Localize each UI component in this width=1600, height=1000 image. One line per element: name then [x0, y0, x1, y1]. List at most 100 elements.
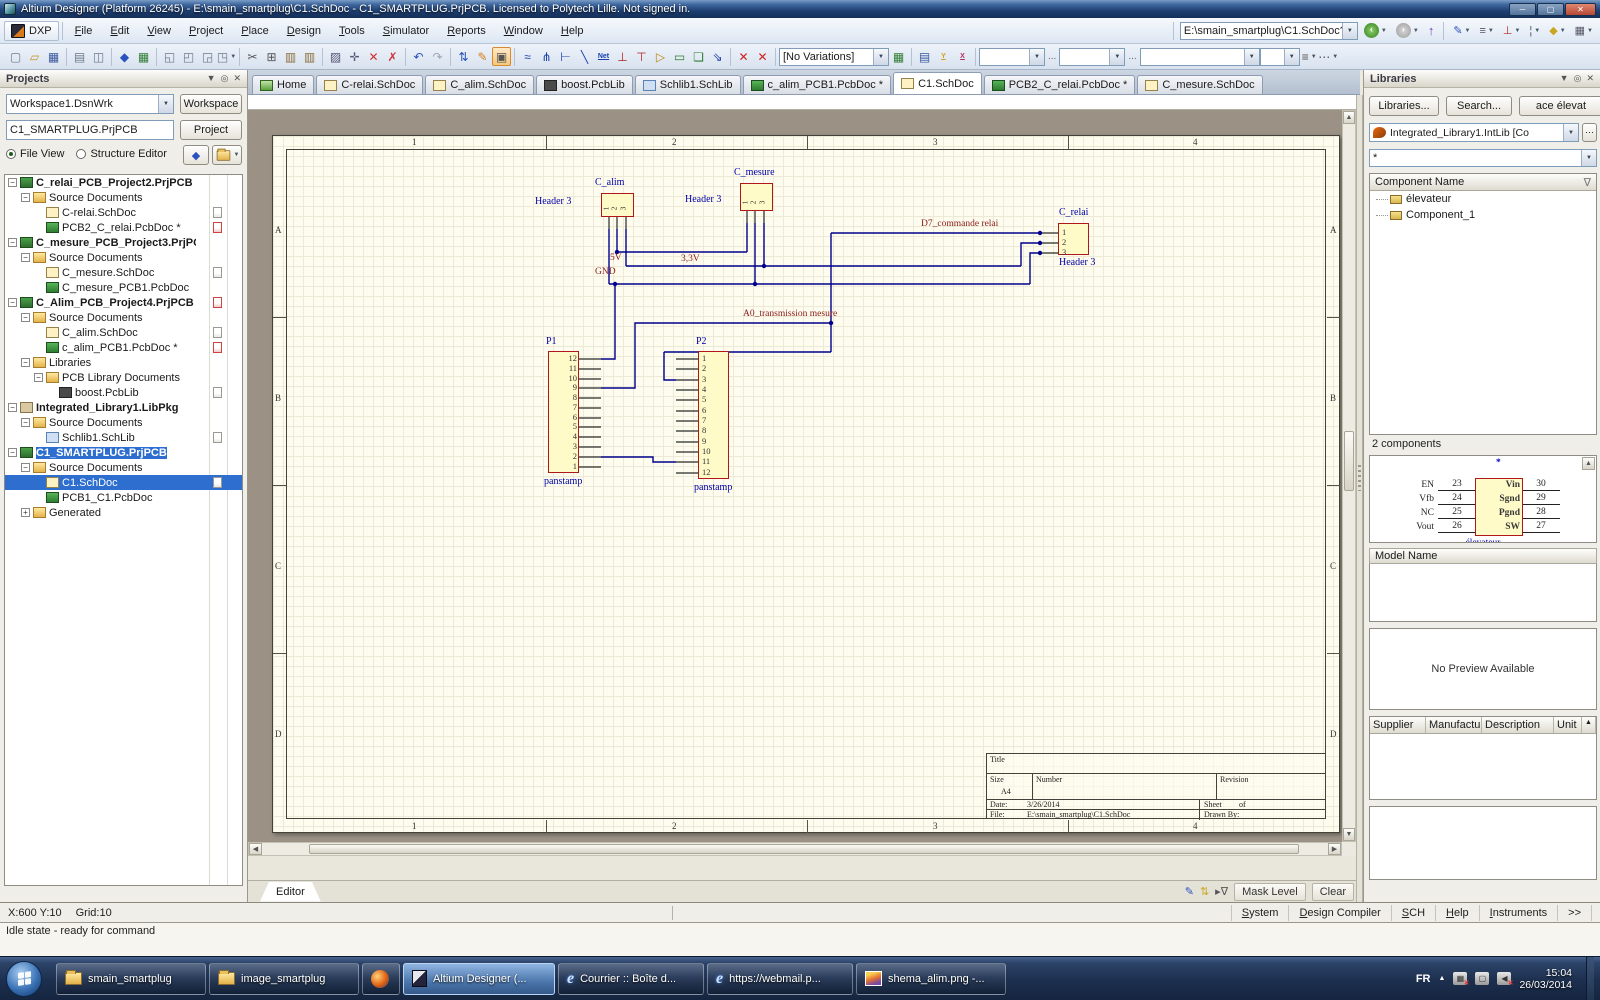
- designator-c-mesure[interactable]: C_mesure: [734, 167, 775, 178]
- panel-menu-icon[interactable]: ▼: [207, 73, 216, 84]
- workspace-dropdown-icon[interactable]: ▼: [158, 95, 173, 113]
- open-project-dropdown-button[interactable]: ▼: [212, 145, 242, 165]
- place-ground-button[interactable]: ⊥: [613, 47, 632, 66]
- canvas-vertical-scrollbar[interactable]: ▲ ▼: [1342, 110, 1356, 842]
- navigate-up-button[interactable]: ↑: [1425, 21, 1438, 40]
- taskbar-item-https-webmail-p-[interactable]: ehttps://webmail.p...: [707, 963, 853, 995]
- component-filter-combo[interactable]: * ▼: [1369, 149, 1597, 167]
- navigate-forward-button[interactable]: ›▼: [1393, 21, 1422, 40]
- compile-warnings-button[interactable]: ✕: [753, 47, 772, 66]
- start-button[interactable]: [6, 961, 42, 997]
- tree-item-c-mesure-pcb-project3-prjpcb[interactable]: −C_mesure_PCB_Project3.PrjPCB: [5, 235, 242, 250]
- tree-item-generated[interactable]: +Generated: [5, 505, 242, 520]
- taskbar-item-shema-alim-png-[interactable]: shema_alim.png -...: [856, 963, 1006, 995]
- filter-combo-4[interactable]: ▼: [1260, 48, 1300, 66]
- component-c-alim[interactable]: [601, 193, 634, 217]
- panel-menu-icon[interactable]: ▼: [1560, 73, 1569, 84]
- tree-item-source-documents[interactable]: −Source Documents: [5, 415, 242, 430]
- collapse-icon[interactable]: −: [8, 238, 17, 247]
- model-list-header[interactable]: Model Name: [1369, 548, 1597, 564]
- print-button[interactable]: ▤: [70, 47, 89, 66]
- status-menu--[interactable]: >>: [1557, 905, 1592, 921]
- polygon-button[interactable]: ◆▼: [1546, 22, 1568, 39]
- component-list-header[interactable]: Component Name ∇: [1370, 174, 1596, 191]
- tree-item-boost-pcblib[interactable]: boost.PcbLib: [5, 385, 242, 400]
- tree-item-c-alim-pcb1-pcbdoc-[interactable]: c_alim_PCB1.PcbDoc *: [5, 340, 242, 355]
- line-style-dropdown-button[interactable]: ≡▼: [1300, 47, 1319, 66]
- scroll-up-button[interactable]: ▲: [1343, 111, 1355, 124]
- document-tab-pcb2-c-relai-pcbdoc-[interactable]: PCB2_C_relai.PcbDoc *: [984, 75, 1136, 94]
- tree-item-source-documents[interactable]: −Source Documents: [5, 310, 242, 325]
- table-header-unit[interactable]: Unit: [1554, 717, 1582, 733]
- place-bus-entry-button[interactable]: ⊢: [556, 47, 575, 66]
- close-button[interactable]: ✕: [1565, 3, 1596, 16]
- export-to-excel-button[interactable]: X: [953, 47, 972, 66]
- menu-simulator[interactable]: Simulator: [374, 22, 438, 40]
- menu-edit[interactable]: Edit: [101, 22, 138, 40]
- document-tab-schlib1-schlib[interactable]: Schlib1.SchLib: [635, 75, 741, 94]
- open-document-button[interactable]: ▱: [25, 47, 44, 66]
- menu-project[interactable]: Project: [180, 22, 232, 40]
- filter-combo-1[interactable]: ▼: [979, 48, 1045, 66]
- menu-view[interactable]: View: [138, 22, 180, 40]
- collapse-icon[interactable]: −: [8, 403, 17, 412]
- document-tab-boost-pcblib[interactable]: boost.PcbLib: [536, 75, 633, 94]
- status-menu-system[interactable]: System: [1231, 905, 1290, 921]
- minimize-button[interactable]: ─: [1509, 3, 1536, 16]
- cross-probe-button[interactable]: ⇅: [454, 47, 473, 66]
- net-label-a0-transmission-mesure[interactable]: A0_transmission mesure: [743, 309, 837, 319]
- collapse-icon[interactable]: −: [21, 358, 30, 367]
- table-scroll-up-button[interactable]: ▲: [1582, 717, 1596, 733]
- menu-window[interactable]: Window: [495, 22, 552, 40]
- place-wire-button[interactable]: ≈: [518, 47, 537, 66]
- filter-combo-3-dropdown-icon[interactable]: ▼: [1244, 49, 1259, 65]
- designator-c-alim[interactable]: C_alim: [595, 177, 624, 188]
- vertical-scroll-thumb[interactable]: [1344, 431, 1354, 491]
- expand-icon[interactable]: +: [21, 508, 30, 517]
- document-tab-c-alim-pcb1-pcbdoc-[interactable]: c_alim_PCB1.PcbDoc *: [743, 75, 892, 94]
- comment-c-mesure[interactable]: Header 3: [685, 194, 721, 205]
- place-sheet-symbol-button[interactable]: ❏: [689, 47, 708, 66]
- search-button[interactable]: Search...: [1446, 96, 1512, 116]
- panel-close-icon[interactable]: ✕: [233, 73, 241, 84]
- navigator-button[interactable]: ◆: [183, 145, 209, 165]
- panel-splitter[interactable]: [1356, 95, 1363, 902]
- pcb-3d-view-button[interactable]: ▦: [134, 47, 153, 66]
- canvas-horizontal-scrollbar[interactable]: ◀ ▶: [248, 842, 1342, 856]
- designator-c-relai[interactable]: C_relai: [1059, 207, 1088, 218]
- scroll-left-button[interactable]: ◀: [249, 843, 262, 855]
- tree-item-c-alim-pcb-project4-prjpcb[interactable]: −C_Alim_PCB_Project4.PrjPCB: [5, 295, 242, 310]
- tree-item-integrated-library1-libpkg[interactable]: −Integrated_Library1.LibPkg: [5, 400, 242, 415]
- select-area-button[interactable]: ▨: [326, 47, 345, 66]
- table-header-supplier[interactable]: Supplier: [1370, 717, 1426, 733]
- tree-item-source-documents[interactable]: −Source Documents: [5, 190, 242, 205]
- place-part-button[interactable]: ▷: [651, 47, 670, 66]
- devices-view-button[interactable]: ◆: [115, 47, 134, 66]
- tree-item-c-relai-pcb-project2-prjpcb[interactable]: −C_relai_PCB_Project2.PrjPCB: [5, 175, 242, 190]
- deselect-all-button[interactable]: ✕: [364, 47, 383, 66]
- net-label-d7-commande-relai[interactable]: D7_commande relai: [921, 219, 998, 229]
- document-tab-c-alim-schdoc[interactable]: C_alim.SchDoc: [425, 75, 534, 94]
- net-label-gnd[interactable]: GND: [595, 267, 616, 277]
- copy-button[interactable]: ⊞: [262, 47, 281, 66]
- tray-expand-icon[interactable]: ▲: [1439, 975, 1446, 982]
- layers-button[interactable]: ≡▼: [1476, 23, 1496, 39]
- navigate-back-button[interactable]: ‹▼: [1361, 21, 1390, 40]
- status-menu-instruments[interactable]: Instruments: [1479, 905, 1558, 921]
- new-document-button[interactable]: ▢: [6, 47, 25, 66]
- tree-item-c1-smartplug-prjpcb[interactable]: −C1_SMARTPLUG.PrjPCB: [5, 445, 242, 460]
- status-menu-help[interactable]: Help: [1435, 905, 1480, 921]
- filter-dropdown-icon[interactable]: ▼: [1581, 150, 1596, 166]
- filter-combo-3[interactable]: ▼: [1140, 48, 1260, 66]
- collapse-icon[interactable]: −: [21, 313, 30, 322]
- libraries-button[interactable]: Libraries...: [1369, 96, 1439, 116]
- comment-p2[interactable]: panstamp: [694, 482, 732, 493]
- menu-reports[interactable]: Reports: [438, 22, 495, 40]
- status-menu-sch[interactable]: SCH: [1391, 905, 1436, 921]
- collapse-icon[interactable]: −: [8, 178, 17, 187]
- library-select-combo[interactable]: Integrated_Library1.IntLib [Co ▼: [1369, 123, 1579, 142]
- clear-button[interactable]: Clear: [1312, 883, 1354, 901]
- taskbar-item-smain-smartplug[interactable]: smain_smartplug: [56, 963, 206, 995]
- preferences-button[interactable]: Y: [934, 47, 953, 66]
- tree-item-source-documents[interactable]: −Source Documents: [5, 460, 242, 475]
